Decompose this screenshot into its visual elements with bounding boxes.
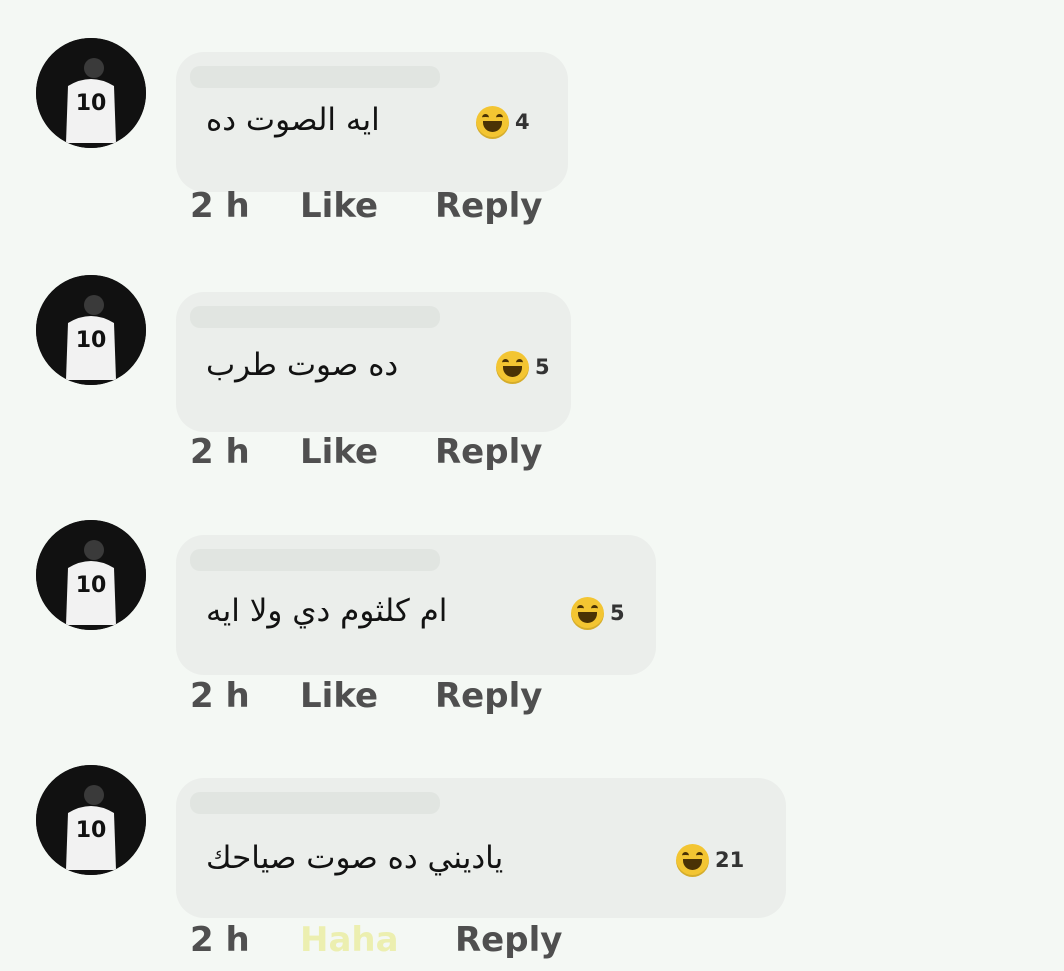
- comment-text: ام كلثوم دي ولا ايه: [206, 593, 448, 629]
- reply-button[interactable]: Reply: [455, 920, 575, 960]
- reaction-summary[interactable]: 21: [676, 840, 744, 880]
- svg-text:10: 10: [76, 573, 107, 598]
- haha-emoji-icon: [476, 105, 509, 139]
- comment-actions: 2 h Like Reply: [190, 186, 555, 226]
- haha-emoji-icon: [496, 350, 529, 384]
- svg-text:10: 10: [76, 818, 107, 843]
- comment-bubble: ده صوت طرب 5: [176, 292, 571, 432]
- like-button[interactable]: Like: [300, 432, 435, 472]
- reaction-summary[interactable]: 4: [476, 102, 530, 142]
- author-name-redacted: [190, 792, 440, 814]
- comment-bubble: ياديني ده صوت صياحك 21: [176, 778, 786, 918]
- svg-text:10: 10: [76, 328, 107, 353]
- comment-time: 2 h: [190, 186, 250, 226]
- avatar[interactable]: 10: [36, 765, 146, 875]
- comment-actions: 2 h Like Reply: [190, 676, 555, 716]
- haha-emoji-icon: [571, 596, 604, 630]
- comment-bubble: ايه الصوت ده 4: [176, 52, 568, 192]
- reaction-summary[interactable]: 5: [571, 593, 625, 633]
- comment-actions: 2 h Like Reply: [190, 432, 555, 472]
- svg-text:10: 10: [76, 91, 107, 116]
- reaction-summary[interactable]: 5: [496, 347, 550, 387]
- reaction-count: 5: [535, 355, 550, 379]
- author-name-redacted: [190, 549, 440, 571]
- reaction-count: 4: [515, 110, 530, 134]
- reply-button[interactable]: Reply: [435, 676, 555, 716]
- like-button[interactable]: Like: [300, 676, 435, 716]
- author-name-redacted: [190, 66, 440, 88]
- avatar[interactable]: 10: [36, 275, 146, 385]
- author-name-redacted: [190, 306, 440, 328]
- avatar[interactable]: 10: [36, 38, 146, 148]
- comment-time: 2 h: [190, 920, 250, 960]
- reaction-count: 21: [715, 848, 745, 872]
- haha-reaction-button[interactable]: Haha: [300, 920, 455, 960]
- like-button[interactable]: Like: [300, 186, 435, 226]
- reply-button[interactable]: Reply: [435, 186, 555, 226]
- comment-actions: 2 h Haha Reply: [190, 920, 575, 960]
- haha-emoji-icon: [676, 843, 709, 877]
- comment-time: 2 h: [190, 676, 250, 716]
- comment-text: ده صوت طرب: [206, 347, 399, 383]
- avatar[interactable]: 10: [36, 520, 146, 630]
- comment-time: 2 h: [190, 432, 250, 472]
- reaction-count: 5: [610, 601, 625, 625]
- comment-bubble: ام كلثوم دي ولا ايه 5: [176, 535, 656, 675]
- comment-text: ايه الصوت ده: [206, 102, 380, 138]
- comment-text: ياديني ده صوت صياحك: [206, 840, 504, 876]
- reply-button[interactable]: Reply: [435, 432, 555, 472]
